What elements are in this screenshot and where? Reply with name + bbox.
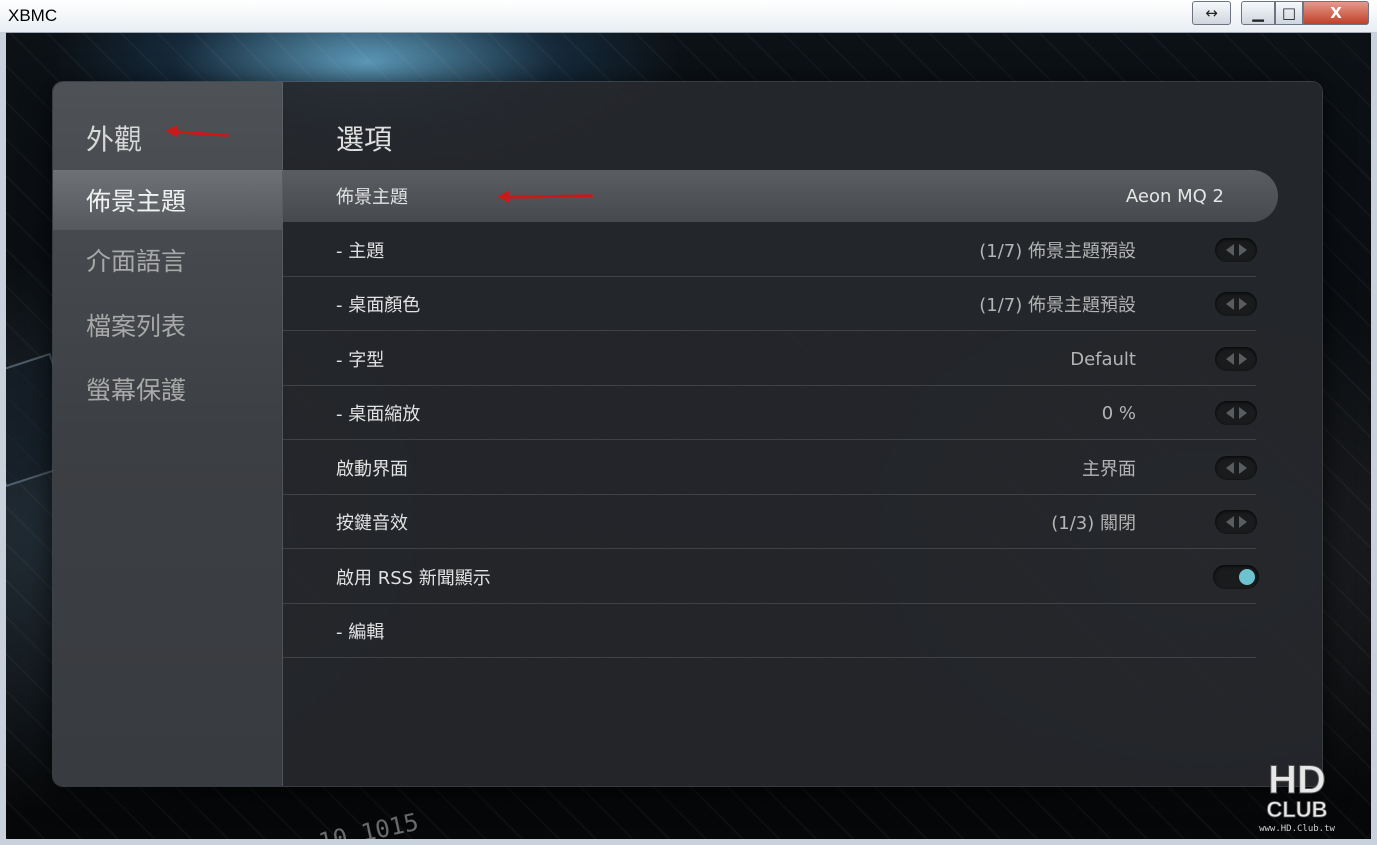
logo-hd-text: HD xyxy=(1268,758,1326,802)
setting-row-skin[interactable]: 佈景主題 Aeon MQ 2 xyxy=(283,170,1278,222)
setting-value: Default xyxy=(1070,348,1136,370)
setting-row-rss[interactable]: 啟用 RSS 新聞顯示 xyxy=(283,550,1259,604)
window-controls: ▁ □ X xyxy=(1241,1,1369,25)
setting-row-startup-window[interactable]: 啟動界面 主界面 xyxy=(283,441,1257,495)
setting-row-zoom[interactable]: - 桌面縮放 0 % xyxy=(283,386,1257,440)
setting-value: Aeon MQ 2 xyxy=(1125,185,1224,207)
setting-label: 按鍵音效 xyxy=(336,513,408,534)
spinner-icon[interactable] xyxy=(1215,456,1257,480)
toggle-icon[interactable] xyxy=(1213,565,1259,589)
setting-row-edit-rss[interactable]: - 編輯 xyxy=(283,604,1256,658)
sidebar-item-label: 介面語言 xyxy=(86,247,187,276)
spinner-icon[interactable] xyxy=(1215,292,1257,316)
setting-value: 主界面 xyxy=(1082,459,1136,480)
sidebar-item-screensaver[interactable]: 螢幕保護 xyxy=(53,359,282,419)
setting-row-theme[interactable]: - 主題 (1/7) 佈景主題預設 xyxy=(283,223,1257,277)
setting-label: - 主題 xyxy=(336,241,385,262)
maximize-button[interactable]: □ xyxy=(1275,1,1303,25)
setting-value: 0 % xyxy=(1101,402,1136,424)
toggle-knob xyxy=(1239,569,1255,585)
spin-left-icon[interactable] xyxy=(1225,462,1234,474)
settings-sidebar: 外觀 佈景主題 介面語言 檔案列表 螢幕保護 xyxy=(53,82,283,786)
sidebar-item-label: 佈景主題 xyxy=(86,187,187,216)
minimize-button[interactable]: ▁ xyxy=(1241,1,1275,25)
sidebar-item-label: 檔案列表 xyxy=(86,312,187,341)
settings-main: 選項 佈景主題 Aeon MQ 2 - 主題 (1/7) 佈景主題預設 - 桌面… xyxy=(283,82,1322,786)
sidebar-item-language[interactable]: 介面語言 xyxy=(53,230,282,290)
spin-left-icon[interactable] xyxy=(1225,244,1234,256)
logo-url-text: www.HD.Club.tw xyxy=(1259,824,1335,834)
sidebar-item-label: 螢幕保護 xyxy=(86,376,187,405)
spin-left-icon[interactable] xyxy=(1225,353,1234,365)
spin-left-icon[interactable] xyxy=(1225,516,1234,528)
setting-row-colours[interactable]: - 桌面顏色 (1/7) 佈景主題預設 xyxy=(283,277,1257,331)
setting-label: - 字型 xyxy=(336,350,385,371)
spin-right-icon[interactable] xyxy=(1238,462,1247,474)
setting-label: 啟動界面 xyxy=(336,459,408,480)
setting-label: - 編輯 xyxy=(336,622,385,643)
window-frame-right xyxy=(1371,32,1377,845)
sidebar-item-skin[interactable]: 佈景主題 xyxy=(53,170,282,230)
setting-label: 佈景主題 xyxy=(336,187,408,208)
window-frame-bottom xyxy=(0,839,1377,845)
setting-label: - 桌面縮放 xyxy=(336,404,421,425)
setting-label: 啟用 RSS 新聞顯示 xyxy=(336,568,491,589)
spinner-icon[interactable] xyxy=(1215,238,1257,262)
spinner-icon[interactable] xyxy=(1215,510,1257,534)
section-title: 選項 xyxy=(336,123,393,156)
setting-value: (1/3) 關閉 xyxy=(1051,513,1136,534)
hdclub-logo: HD CLUB www.HD.Club.tw xyxy=(1232,757,1362,837)
title-bar: XBMC ↔ ▁ □ X xyxy=(0,0,1377,33)
spinner-icon[interactable] xyxy=(1215,347,1257,371)
spin-right-icon[interactable] xyxy=(1238,244,1247,256)
spinner-icon[interactable] xyxy=(1215,401,1257,425)
spin-left-icon[interactable] xyxy=(1225,298,1234,310)
spin-right-icon[interactable] xyxy=(1238,407,1247,419)
setting-row-font[interactable]: - 字型 Default xyxy=(283,332,1257,386)
setting-row-navigation-sounds[interactable]: 按鍵音效 (1/3) 關閉 xyxy=(283,495,1257,549)
logo-club-text: CLUB xyxy=(1266,797,1327,822)
setting-label: - 桌面顏色 xyxy=(336,295,421,316)
fullscreen-toggle-button[interactable]: ↔ xyxy=(1192,1,1231,25)
spin-right-icon[interactable] xyxy=(1238,516,1247,528)
spin-left-icon[interactable] xyxy=(1225,407,1234,419)
window-title: XBMC xyxy=(8,6,58,25)
spin-right-icon[interactable] xyxy=(1238,298,1247,310)
hdclub-logo-graphic: HD CLUB www.HD.Club.tw xyxy=(1259,758,1335,835)
spin-right-icon[interactable] xyxy=(1238,353,1247,365)
sidebar-item-file-lists[interactable]: 檔案列表 xyxy=(53,295,282,355)
setting-value: (1/7) 佈景主題預設 xyxy=(979,241,1136,262)
close-button[interactable]: X xyxy=(1303,1,1369,25)
sidebar-title: 外觀 xyxy=(86,123,143,156)
settings-panel: 外觀 佈景主題 介面語言 檔案列表 螢幕保護 選項 佈景主題 Aeon MQ 2… xyxy=(53,82,1322,786)
setting-value: (1/7) 佈景主題預設 xyxy=(979,295,1136,316)
